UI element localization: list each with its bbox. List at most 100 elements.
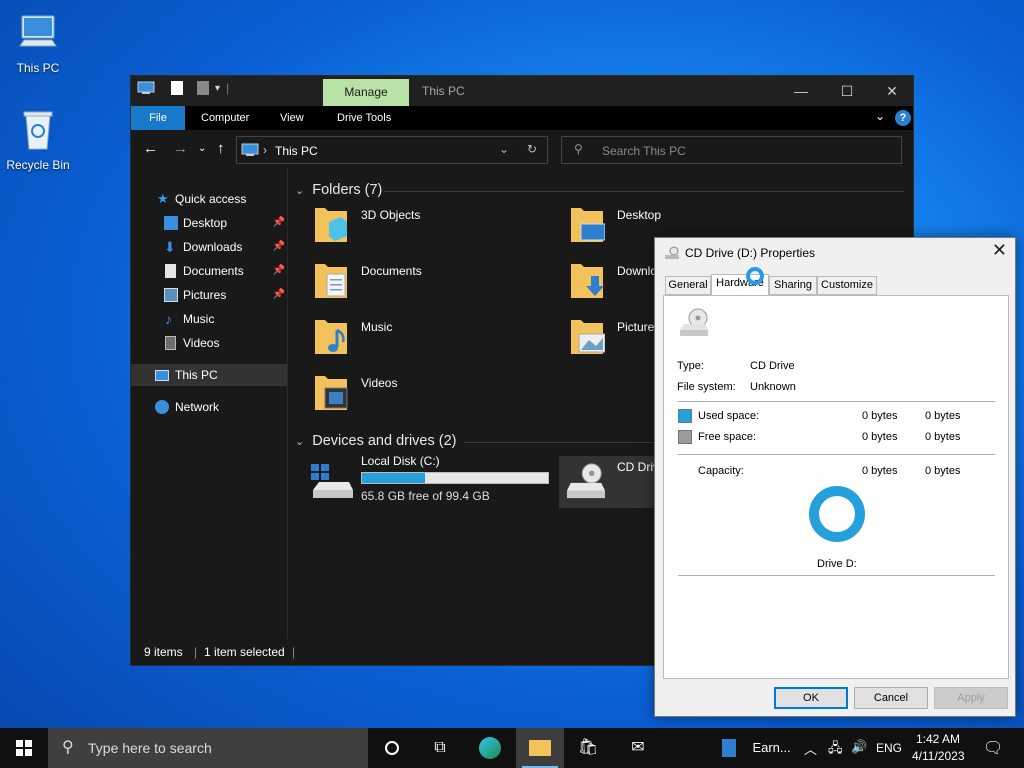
- windows-logo-icon: [16, 740, 32, 756]
- breadcrumb[interactable]: This PC: [275, 144, 318, 158]
- properties-qat-icon[interactable]: [171, 81, 183, 95]
- window-title: This PC: [422, 84, 465, 98]
- desktop-icon-label: Recycle Bin: [6, 158, 70, 172]
- used-space-label: Used space:: [698, 410, 760, 422]
- tab-general[interactable]: General: [665, 276, 711, 295]
- folder-item-videos[interactable]: Videos: [313, 368, 563, 420]
- maximize-button[interactable]: ☐: [824, 76, 870, 106]
- this-pc-small-icon: [241, 143, 259, 156]
- nav-item-network[interactable]: Network: [131, 396, 287, 418]
- capacity-bytes: 0 bytes: [862, 465, 898, 477]
- tab-customize[interactable]: Customize: [817, 276, 877, 295]
- network-icon: [155, 400, 169, 414]
- close-button[interactable]: ✕: [869, 76, 915, 106]
- drive-item-c[interactable]: Local Disk (C:) 65.8 GB free of 99.4 GB: [309, 454, 564, 508]
- tab-drive-tools[interactable]: Drive Tools: [337, 106, 391, 130]
- ok-button[interactable]: OK: [774, 687, 848, 709]
- nav-item-music[interactable]: ♪ Music: [131, 308, 287, 330]
- help-icon[interactable]: ?: [895, 110, 911, 126]
- cortana-icon[interactable]: [368, 728, 416, 768]
- back-arrow-icon[interactable]: ←: [143, 140, 158, 157]
- new-folder-qat-icon[interactable]: [197, 81, 209, 95]
- folder-item-music[interactable]: Music: [313, 312, 563, 364]
- notification-icon[interactable]: 🗨: [983, 738, 1003, 758]
- search-input[interactable]: ⚲ Search This PC: [561, 136, 902, 164]
- cursor-indicator: [746, 267, 764, 285]
- nav-item-quick-access[interactable]: ★ Quick access: [131, 188, 287, 210]
- breadcrumb-chevron-icon: ›: [263, 143, 267, 157]
- qat-divider: |: [226, 81, 230, 95]
- used-space-swatch: [678, 409, 692, 423]
- app-taskbar-button[interactable]: Earn...: [716, 728, 796, 768]
- nav-item-this-pc[interactable]: This PC: [131, 364, 287, 386]
- start-button[interactable]: [0, 728, 48, 768]
- forward-arrow-icon[interactable]: →: [173, 140, 188, 157]
- downloads-folder-icon: [571, 264, 604, 298]
- status-selection: 1 item selected: [204, 645, 285, 659]
- drive-label: Drive D:: [817, 558, 857, 570]
- edge-browser-icon[interactable]: [466, 728, 514, 768]
- tab-sharing[interactable]: Sharing: [769, 276, 817, 295]
- taskbar-search-input[interactable]: ⚲ Type here to search: [48, 728, 368, 768]
- devices-group-header[interactable]: ⌄ Devices and drives (2): [295, 433, 457, 449]
- cd-drive-large-icon: [680, 308, 708, 336]
- navigation-pane: ★ Quick access Desktop 📌 ⬇ Downloads 📌 D…: [131, 168, 288, 640]
- computer-icon: [19, 15, 57, 47]
- nav-item-pictures[interactable]: Pictures 📌: [131, 284, 287, 306]
- nav-item-desktop[interactable]: Desktop 📌: [131, 212, 287, 234]
- folder-item-downloads[interactable]: Downlo: [569, 256, 659, 308]
- pin-icon: 📌: [272, 265, 285, 276]
- desktop-icon-recycle-bin[interactable]: Recycle Bin: [0, 107, 76, 172]
- folders-group-line: [384, 182, 904, 192]
- music-note-icon: ♪: [165, 311, 172, 327]
- tray-chevron-icon[interactable]: ︿: [804, 739, 817, 758]
- pictures-folder-icon: [571, 320, 605, 354]
- cancel-button[interactable]: Cancel: [854, 687, 928, 709]
- network-tray-icon[interactable]: 🖧: [828, 739, 843, 761]
- tab-computer[interactable]: Computer: [201, 106, 249, 130]
- task-view-icon[interactable]: ⧉: [416, 728, 464, 768]
- cd-drive-icon: [567, 463, 605, 499]
- nav-item-videos[interactable]: Videos: [131, 332, 287, 354]
- divider: [678, 401, 995, 402]
- store-icon[interactable]: 🛍: [564, 728, 612, 768]
- tab-manage[interactable]: Manage: [323, 79, 409, 106]
- language-indicator[interactable]: ENG: [876, 741, 902, 755]
- folder-item-documents[interactable]: Documents: [313, 256, 563, 308]
- properties-dialog: CD Drive (D:) Properties ✕ General Hardw…: [654, 237, 1016, 717]
- tab-file[interactable]: File: [131, 106, 185, 130]
- file-explorer-taskbar-icon[interactable]: [516, 728, 564, 768]
- pin-icon: 📌: [272, 289, 285, 300]
- address-dropdown-icon[interactable]: ⌄: [499, 142, 509, 156]
- folders-group-header[interactable]: ⌄ Folders (7): [295, 182, 382, 198]
- music-folder-icon: [315, 320, 347, 354]
- drive-c-free-text: 65.8 GB free of 99.4 GB: [361, 489, 490, 503]
- tab-view[interactable]: View: [280, 106, 304, 130]
- free-space-label: Free space:: [698, 431, 757, 443]
- 3d-objects-folder-icon: [315, 208, 347, 242]
- desktop-icon-this-pc[interactable]: This PC: [0, 10, 76, 75]
- up-arrow-icon[interactable]: ↑: [217, 140, 225, 157]
- clock-date[interactable]: 4/11/2023: [912, 749, 965, 763]
- address-bar[interactable]: › This PC ⌄ ↻: [236, 136, 548, 164]
- mail-icon[interactable]: ✉: [614, 728, 662, 768]
- dialog-title: CD Drive (D:) Properties: [685, 246, 816, 260]
- recent-locations-icon[interactable]: ⌄: [198, 143, 206, 154]
- clock-time[interactable]: 1:42 AM: [916, 732, 960, 746]
- star-icon: ★: [157, 191, 169, 206]
- chevron-down-icon: ⌄: [295, 185, 305, 197]
- volume-icon[interactable]: 🔊: [851, 739, 867, 755]
- apply-button[interactable]: Apply: [934, 687, 1008, 709]
- ribbon-expand-icon[interactable]: ⌄: [875, 109, 885, 123]
- nav-item-downloads[interactable]: ⬇ Downloads 📌: [131, 236, 287, 258]
- qat-dropdown-icon[interactable]: ▾: [215, 83, 220, 94]
- refresh-icon[interactable]: ↻: [527, 142, 537, 156]
- folder-item-pictures[interactable]: Pictures: [569, 312, 660, 364]
- nav-item-documents[interactable]: Documents 📌: [131, 260, 287, 282]
- dialog-close-button[interactable]: ✕: [992, 240, 1007, 261]
- minimize-button[interactable]: —: [778, 76, 824, 106]
- drive-d-name: CD Driv: [617, 460, 659, 474]
- desktop-folder-icon: [164, 216, 178, 230]
- drive-item-d[interactable]: CD Driv: [559, 456, 659, 508]
- folder-item-3d-objects[interactable]: 3D Objects: [313, 200, 563, 252]
